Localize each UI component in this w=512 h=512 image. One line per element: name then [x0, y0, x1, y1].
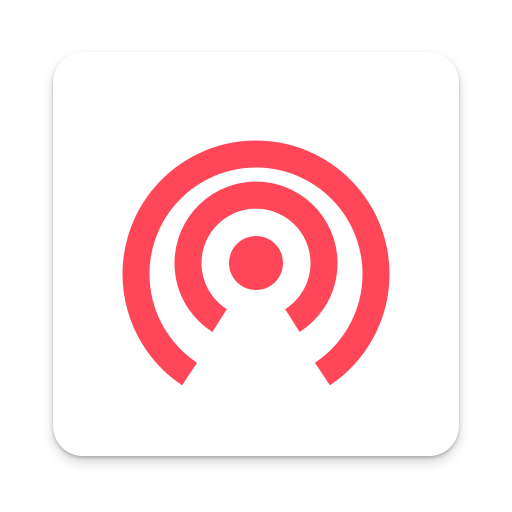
app-icon: [0, 0, 512, 512]
broadcast-signal-icon: [122, 140, 390, 386]
signal-center-dot: [229, 236, 283, 290]
